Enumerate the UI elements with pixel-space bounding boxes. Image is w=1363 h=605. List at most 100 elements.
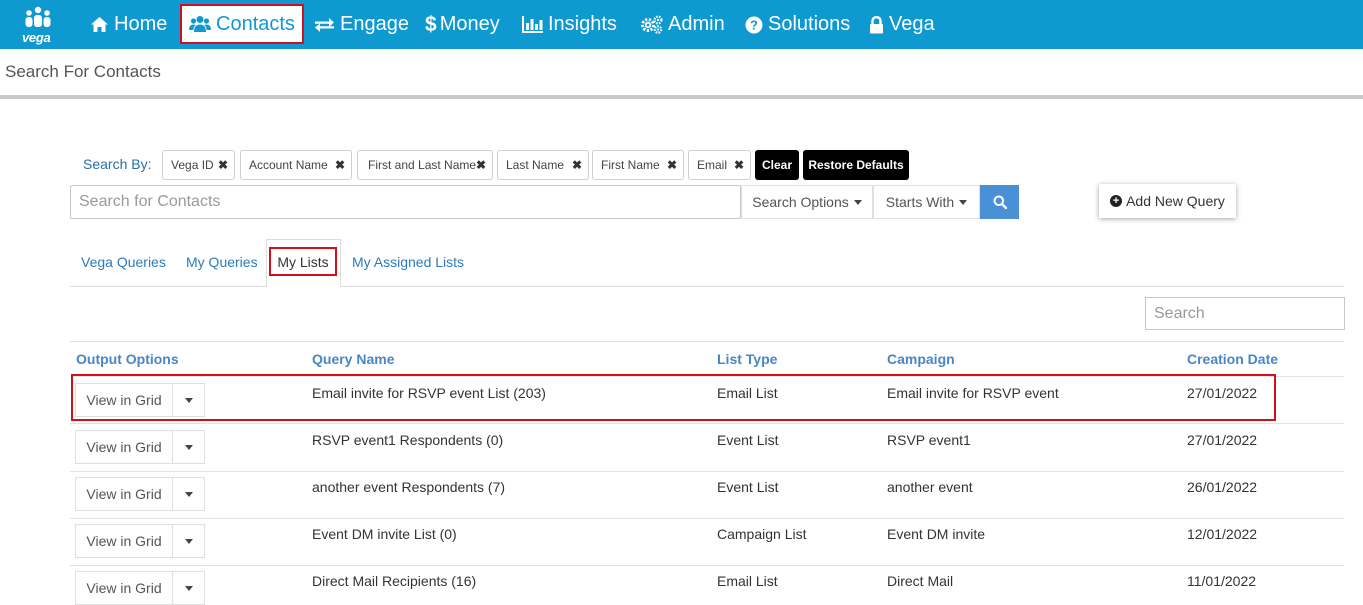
creation-date: 27/01/2022 <box>1187 385 1258 401</box>
gears-icon <box>640 15 663 34</box>
caret-down-icon <box>184 397 193 403</box>
nav-engage[interactable]: Engage <box>314 0 409 49</box>
nav-admin-label: Admin <box>668 13 725 35</box>
row-divider <box>70 565 1344 566</box>
nav-solutions[interactable]: ? Solutions <box>745 0 850 49</box>
creation-date: 26/01/2022 <box>1187 479 1258 495</box>
remove-chip-icon[interactable]: ✖ <box>476 158 486 172</box>
search-options-dropdown[interactable]: Search Options <box>741 185 873 219</box>
view-in-grid-button[interactable]: View in Grid <box>75 430 205 464</box>
output-options-dropdown[interactable] <box>173 572 204 604</box>
col-campaign[interactable]: Campaign <box>887 351 955 367</box>
bar-chart-icon <box>521 16 543 33</box>
starts-with-dropdown[interactable]: Starts With <box>873 185 980 219</box>
chip-first-name[interactable]: First Name ✖ <box>592 150 684 180</box>
list-type: Event List <box>717 479 779 495</box>
campaign: RSVP event1 <box>887 432 971 448</box>
view-in-grid-label: View in Grid <box>76 431 173 463</box>
view-in-grid-button[interactable]: View in Grid <box>75 383 205 417</box>
query-name[interactable]: Direct Mail Recipients (16) <box>312 573 476 589</box>
chip-vega-id[interactable]: Vega ID ✖ <box>162 150 235 180</box>
remove-chip-icon[interactable]: ✖ <box>335 158 345 172</box>
home-icon <box>90 16 109 33</box>
chip-account-name[interactable]: Account Name ✖ <box>240 150 352 180</box>
output-options-dropdown[interactable] <box>173 525 204 557</box>
tab-my-assigned-lists[interactable]: My Assigned Lists <box>352 254 464 270</box>
chip-email[interactable]: Email ✖ <box>688 150 751 180</box>
caret-down-icon <box>853 199 862 205</box>
chip-label: Vega ID <box>171 158 214 172</box>
search-options-label: Search Options <box>752 194 849 210</box>
output-options-dropdown[interactable] <box>173 384 204 416</box>
lock-icon <box>869 15 884 34</box>
add-new-query-button[interactable]: + Add New Query <box>1099 184 1236 218</box>
list-type: Email List <box>717 573 778 589</box>
page-title: Search For Contacts <box>5 62 161 81</box>
highlight-box <box>71 374 1276 421</box>
query-name[interactable]: Email invite for RSVP event List (203) <box>312 385 546 401</box>
search-by-label: Search By: <box>83 156 152 172</box>
search-button[interactable] <box>980 185 1019 219</box>
chip-label: First Name <box>601 158 660 172</box>
restore-defaults-button[interactable]: Restore Defaults <box>803 150 909 180</box>
starts-with-label: Starts With <box>885 194 955 210</box>
output-options-dropdown[interactable] <box>173 431 204 463</box>
col-query-name[interactable]: Query Name <box>312 351 394 367</box>
remove-chip-icon[interactable]: ✖ <box>734 158 744 172</box>
list-type: Campaign List <box>717 526 807 542</box>
query-name[interactable]: another event Respondents (7) <box>312 479 505 495</box>
nav-insights[interactable]: Insights <box>521 0 617 49</box>
view-in-grid-label: View in Grid <box>76 525 173 557</box>
nav-money[interactable]: $ Money <box>425 0 500 49</box>
caret-down-icon <box>184 444 193 450</box>
nav-contacts[interactable]: Contacts <box>180 4 304 44</box>
query-name[interactable]: Event DM invite List (0) <box>312 526 457 542</box>
caret-down-icon <box>959 199 968 205</box>
remove-chip-icon[interactable]: ✖ <box>667 158 677 172</box>
chip-first-and-last-name[interactable]: First and Last Name ✖ <box>357 150 493 180</box>
tab-vega-queries[interactable]: Vega Queries <box>81 254 166 270</box>
tab-my-queries[interactable]: My Queries <box>186 254 258 270</box>
caret-down-icon <box>184 585 193 591</box>
view-in-grid-label: View in Grid <box>76 572 173 604</box>
nav-vega[interactable]: Vega <box>869 0 935 49</box>
chip-label: Email <box>697 158 728 172</box>
row-divider <box>70 423 1344 424</box>
row-divider <box>70 518 1344 519</box>
add-new-query-label: Add New Query <box>1126 193 1225 209</box>
col-output-options[interactable]: Output Options <box>76 351 179 367</box>
view-in-grid-button[interactable]: View in Grid <box>75 477 205 511</box>
table-top-border <box>70 341 1344 342</box>
contacts-search-input[interactable] <box>70 185 741 219</box>
col-creation-date[interactable]: Creation Date <box>1187 351 1278 367</box>
creation-date: 27/01/2022 <box>1187 432 1258 448</box>
chip-label: Last Name <box>506 158 565 172</box>
remove-chip-icon[interactable]: ✖ <box>218 158 228 172</box>
view-in-grid-label: View in Grid <box>76 478 173 510</box>
campaign: Email invite for RSVP event <box>887 385 1059 401</box>
nav-admin[interactable]: Admin <box>640 0 725 49</box>
vega-logo[interactable]: vega <box>19 6 57 45</box>
tab-my-lists[interactable]: My Lists <box>269 247 337 276</box>
list-type: Event List <box>717 432 779 448</box>
output-options-dropdown[interactable] <box>173 478 204 510</box>
vega-people-icon <box>25 6 51 27</box>
nav-home-label: Home <box>114 13 168 35</box>
view-in-grid-button[interactable]: View in Grid <box>75 524 205 558</box>
question-circle-icon: ? <box>745 16 763 34</box>
creation-date: 12/01/2022 <box>1187 526 1258 542</box>
chip-label: Account Name <box>249 158 328 172</box>
nav-insights-label: Insights <box>548 13 617 35</box>
remove-chip-icon[interactable]: ✖ <box>572 158 582 172</box>
col-list-type[interactable]: List Type <box>717 351 777 367</box>
campaign: another event <box>887 479 973 495</box>
query-name[interactable]: RSVP event1 Respondents (0) <box>312 432 503 448</box>
view-in-grid-button[interactable]: View in Grid <box>75 571 205 605</box>
page-header: Search For Contacts <box>0 49 1363 99</box>
chip-last-name[interactable]: Last Name ✖ <box>497 150 589 180</box>
creation-date: 11/01/2022 <box>1187 573 1257 589</box>
search-icon <box>993 195 1007 209</box>
nav-home[interactable]: Home <box>90 0 167 49</box>
table-search-input[interactable] <box>1145 297 1345 330</box>
clear-button[interactable]: Clear <box>755 150 799 180</box>
